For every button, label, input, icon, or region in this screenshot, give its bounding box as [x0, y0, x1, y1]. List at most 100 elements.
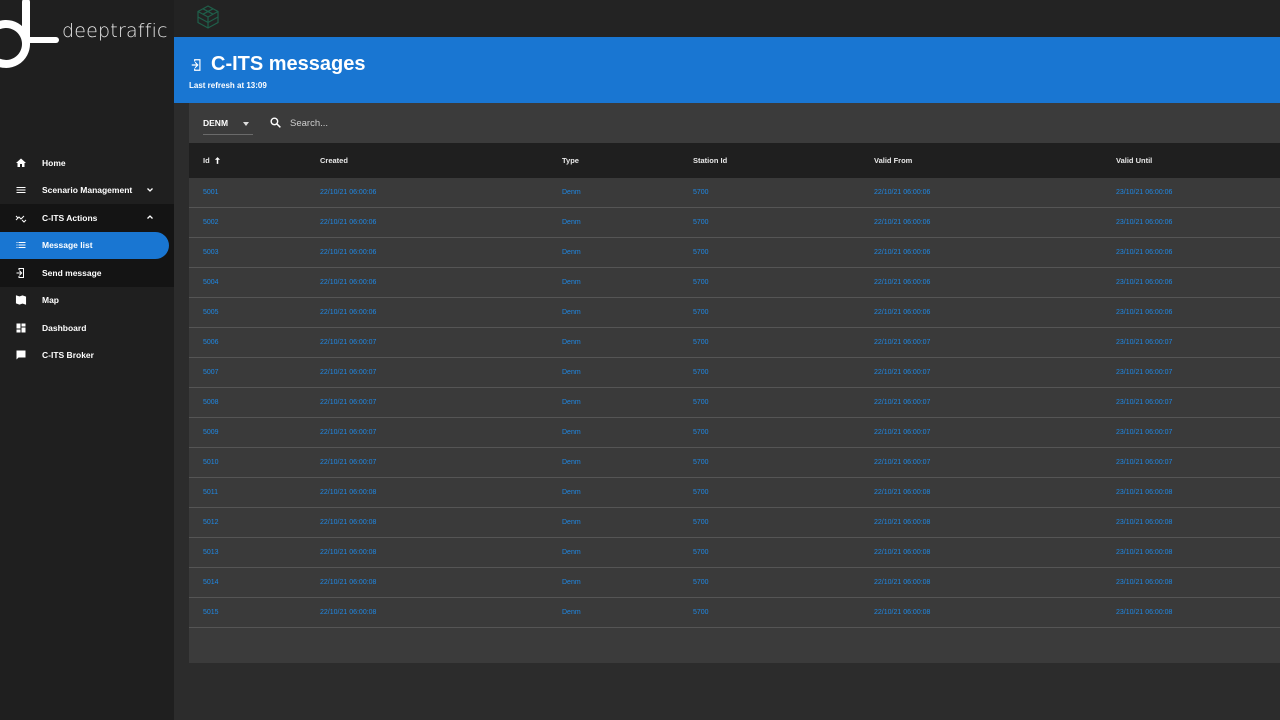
cell-valid-from[interactable]: 22/10/21 06:00:06	[874, 249, 930, 256]
table-row[interactable]: 5008 22/10/21 06:00:07 Denm 5700 22/10/21 06…	[189, 388, 1280, 418]
table-row[interactable]: 5006 22/10/21 06:00:07 Denm 5700 22/10/21 06…	[189, 328, 1280, 358]
cell-valid-from[interactable]: 22/10/21 06:00:07	[874, 429, 930, 436]
cell-created[interactable]: 22/10/21 06:00:06	[320, 189, 376, 196]
cell-valid-from[interactable]: 22/10/21 06:00:08	[874, 489, 930, 496]
cell-type[interactable]: Denm	[562, 219, 581, 226]
cell-valid-from[interactable]: 22/10/21 06:00:08	[874, 609, 930, 616]
cell-type[interactable]: Denm	[562, 549, 581, 556]
cell-valid-from[interactable]: 22/10/21 06:00:07	[874, 369, 930, 376]
table-row[interactable]: 5001 22/10/21 06:00:06 Denm 5700 22/10/21 06…	[189, 178, 1280, 208]
cell-id[interactable]: 5009	[203, 429, 219, 436]
table-row[interactable]: 5005 22/10/21 06:00:06 Denm 5700 22/10/21 06…	[189, 298, 1280, 328]
cell-valid-until[interactable]: 23/10/21 06:00:06	[1116, 249, 1172, 256]
table-row[interactable]: 5013 22/10/21 06:00:08 Denm 5700 22/10/21 06…	[189, 538, 1280, 568]
sidebar-item-home[interactable]: Home	[0, 149, 174, 177]
cell-type[interactable]: Denm	[562, 459, 581, 466]
table-row[interactable]: 5014 22/10/21 06:00:08 Denm 5700 22/10/21 06…	[189, 568, 1280, 598]
cell-created[interactable]: 22/10/21 06:00:06	[320, 249, 376, 256]
cell-created[interactable]: 22/10/21 06:00:08	[320, 489, 376, 496]
cell-id[interactable]: 5013	[203, 549, 219, 556]
column-header-valid-until[interactable]: Valid Until	[1116, 156, 1152, 165]
cell-station-id[interactable]: 5700	[693, 279, 709, 286]
cell-type[interactable]: Denm	[562, 369, 581, 376]
cell-valid-from[interactable]: 22/10/21 06:00:06	[874, 219, 930, 226]
message-type-select[interactable]: DENM	[203, 115, 253, 135]
table-row[interactable]: 5015 22/10/21 06:00:08 Denm 5700 22/10/21 06…	[189, 598, 1280, 628]
cell-type[interactable]: Denm	[562, 489, 581, 496]
cell-created[interactable]: 22/10/21 06:00:07	[320, 369, 376, 376]
cell-valid-until[interactable]: 23/10/21 06:00:08	[1116, 609, 1172, 616]
sidebar-item-c-its-actions[interactable]: C-ITS Actions	[0, 204, 174, 232]
cell-id[interactable]: 5008	[203, 399, 219, 406]
cell-station-id[interactable]: 5700	[693, 189, 709, 196]
cell-valid-until[interactable]: 23/10/21 06:00:07	[1116, 339, 1172, 346]
column-header-type[interactable]: Type	[562, 156, 579, 165]
cell-id[interactable]: 5003	[203, 249, 219, 256]
table-row[interactable]: 5004 22/10/21 06:00:06 Denm 5700 22/10/21 06…	[189, 268, 1280, 298]
cell-id[interactable]: 5006	[203, 339, 219, 346]
cell-station-id[interactable]: 5700	[693, 459, 709, 466]
cell-id[interactable]: 5010	[203, 459, 219, 466]
table-row[interactable]: 5002 22/10/21 06:00:06 Denm 5700 22/10/21 06…	[189, 208, 1280, 238]
cell-station-id[interactable]: 5700	[693, 579, 709, 586]
cell-valid-from[interactable]: 22/10/21 06:00:08	[874, 579, 930, 586]
cell-valid-until[interactable]: 23/10/21 06:00:08	[1116, 549, 1172, 556]
column-header-created[interactable]: Created	[320, 156, 348, 165]
cell-station-id[interactable]: 5700	[693, 609, 709, 616]
sidebar-item-c-its-broker[interactable]: C-ITS Broker	[0, 342, 174, 370]
cell-valid-from[interactable]: 22/10/21 06:00:08	[874, 549, 930, 556]
column-header-valid-from[interactable]: Valid From	[874, 156, 912, 165]
column-header-id[interactable]: Id	[203, 156, 222, 165]
cell-created[interactable]: 22/10/21 06:00:08	[320, 519, 376, 526]
cell-id[interactable]: 5014	[203, 579, 219, 586]
cell-created[interactable]: 22/10/21 06:00:08	[320, 609, 376, 616]
cell-id[interactable]: 5004	[203, 279, 219, 286]
cell-id[interactable]: 5011	[203, 489, 218, 496]
cell-valid-until[interactable]: 23/10/21 06:00:06	[1116, 309, 1172, 316]
cell-station-id[interactable]: 5700	[693, 249, 709, 256]
cell-valid-until[interactable]: 23/10/21 06:00:07	[1116, 399, 1172, 406]
cell-valid-from[interactable]: 22/10/21 06:00:06	[874, 189, 930, 196]
cell-station-id[interactable]: 5700	[693, 549, 709, 556]
cell-type[interactable]: Denm	[562, 339, 581, 346]
column-header-station-id[interactable]: Station Id	[693, 156, 727, 165]
cell-valid-until[interactable]: 23/10/21 06:00:08	[1116, 579, 1172, 586]
cell-valid-until[interactable]: 23/10/21 06:00:07	[1116, 429, 1172, 436]
cell-valid-until[interactable]: 23/10/21 06:00:06	[1116, 189, 1172, 196]
cell-id[interactable]: 5015	[203, 609, 219, 616]
cell-type[interactable]: Denm	[562, 249, 581, 256]
cell-valid-until[interactable]: 23/10/21 06:00:08	[1116, 519, 1172, 526]
cell-id[interactable]: 5012	[203, 519, 219, 526]
cell-type[interactable]: Denm	[562, 609, 581, 616]
cell-valid-until[interactable]: 23/10/21 06:00:08	[1116, 489, 1172, 496]
cell-type[interactable]: Denm	[562, 519, 581, 526]
cell-type[interactable]: Denm	[562, 279, 581, 286]
chevron-down-icon[interactable]	[144, 184, 156, 196]
cell-created[interactable]: 22/10/21 06:00:08	[320, 549, 376, 556]
cell-station-id[interactable]: 5700	[693, 339, 709, 346]
cell-created[interactable]: 22/10/21 06:00:07	[320, 429, 376, 436]
search-input[interactable]	[290, 115, 590, 131]
cell-type[interactable]: Denm	[562, 579, 581, 586]
cell-valid-until[interactable]: 23/10/21 06:00:06	[1116, 219, 1172, 226]
sidebar-item-dashboard[interactable]: Dashboard	[0, 314, 174, 342]
cell-station-id[interactable]: 5700	[693, 489, 709, 496]
cell-created[interactable]: 22/10/21 06:00:08	[320, 579, 376, 586]
cell-station-id[interactable]: 5700	[693, 429, 709, 436]
cell-id[interactable]: 5005	[203, 309, 219, 316]
cell-created[interactable]: 22/10/21 06:00:07	[320, 459, 376, 466]
cell-valid-from[interactable]: 22/10/21 06:00:07	[874, 459, 930, 466]
app-logo[interactable]: deeptraffic	[0, 0, 174, 80]
cell-type[interactable]: Denm	[562, 189, 581, 196]
sidebar-item-send-message[interactable]: Send message	[0, 259, 174, 287]
cell-valid-until[interactable]: 23/10/21 06:00:06	[1116, 279, 1172, 286]
cell-valid-from[interactable]: 22/10/21 06:00:06	[874, 279, 930, 286]
cell-valid-until[interactable]: 23/10/21 06:00:07	[1116, 459, 1172, 466]
cell-type[interactable]: Denm	[562, 309, 581, 316]
cell-created[interactable]: 22/10/21 06:00:06	[320, 219, 376, 226]
cell-id[interactable]: 5001	[203, 189, 219, 196]
cell-created[interactable]: 22/10/21 06:00:06	[320, 309, 376, 316]
cell-type[interactable]: Denm	[562, 399, 581, 406]
sidebar-item-scenario-management[interactable]: Scenario Management	[0, 177, 174, 205]
table-row[interactable]: 5011 22/10/21 06:00:08 Denm 5700 22/10/21 06…	[189, 478, 1280, 508]
